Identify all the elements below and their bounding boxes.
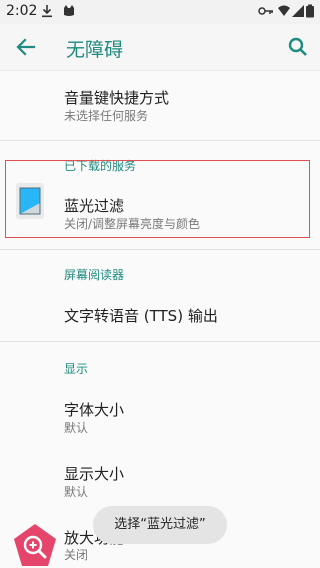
divider [0, 140, 320, 141]
divider [0, 341, 320, 342]
page-title: 无障碍 [66, 39, 124, 61]
divider [0, 249, 320, 250]
status-time: 2:02 [6, 3, 38, 19]
wifi-icon [278, 5, 290, 16]
app-bar: 无障碍 [0, 24, 320, 71]
font-size-title: 字体大小 [64, 401, 125, 419]
key-icon [258, 7, 273, 15]
tts-title: 文字转语音 (TTS) 输出 [64, 307, 218, 325]
battery-icon [306, 4, 314, 18]
volume-shortcut-title: 音量键快捷方式 [64, 89, 170, 107]
font-size-subtitle: 默认 [64, 421, 89, 435]
back-arrow-icon[interactable] [12, 33, 40, 61]
signal-icon [292, 5, 304, 17]
section-header-screen-reader: 屏幕阅读器 [64, 268, 125, 282]
toast-message: 选择“蓝光过滤” [93, 506, 227, 544]
search-icon[interactable] [284, 33, 312, 61]
display-size-subtitle: 默认 [64, 485, 89, 499]
section-header-display: 显示 [64, 362, 89, 376]
download-icon [42, 5, 52, 18]
volume-shortcut-subtitle: 未选择任何服务 [64, 109, 149, 123]
accessibility-magnify-icon[interactable] [12, 522, 58, 568]
app-notification-icon [64, 5, 74, 16]
display-size-title: 显示大小 [64, 465, 125, 483]
selection-highlight [5, 160, 310, 238]
status-bar: 2:02 [0, 0, 320, 24]
magnification-subtitle: 关闭 [64, 548, 89, 562]
